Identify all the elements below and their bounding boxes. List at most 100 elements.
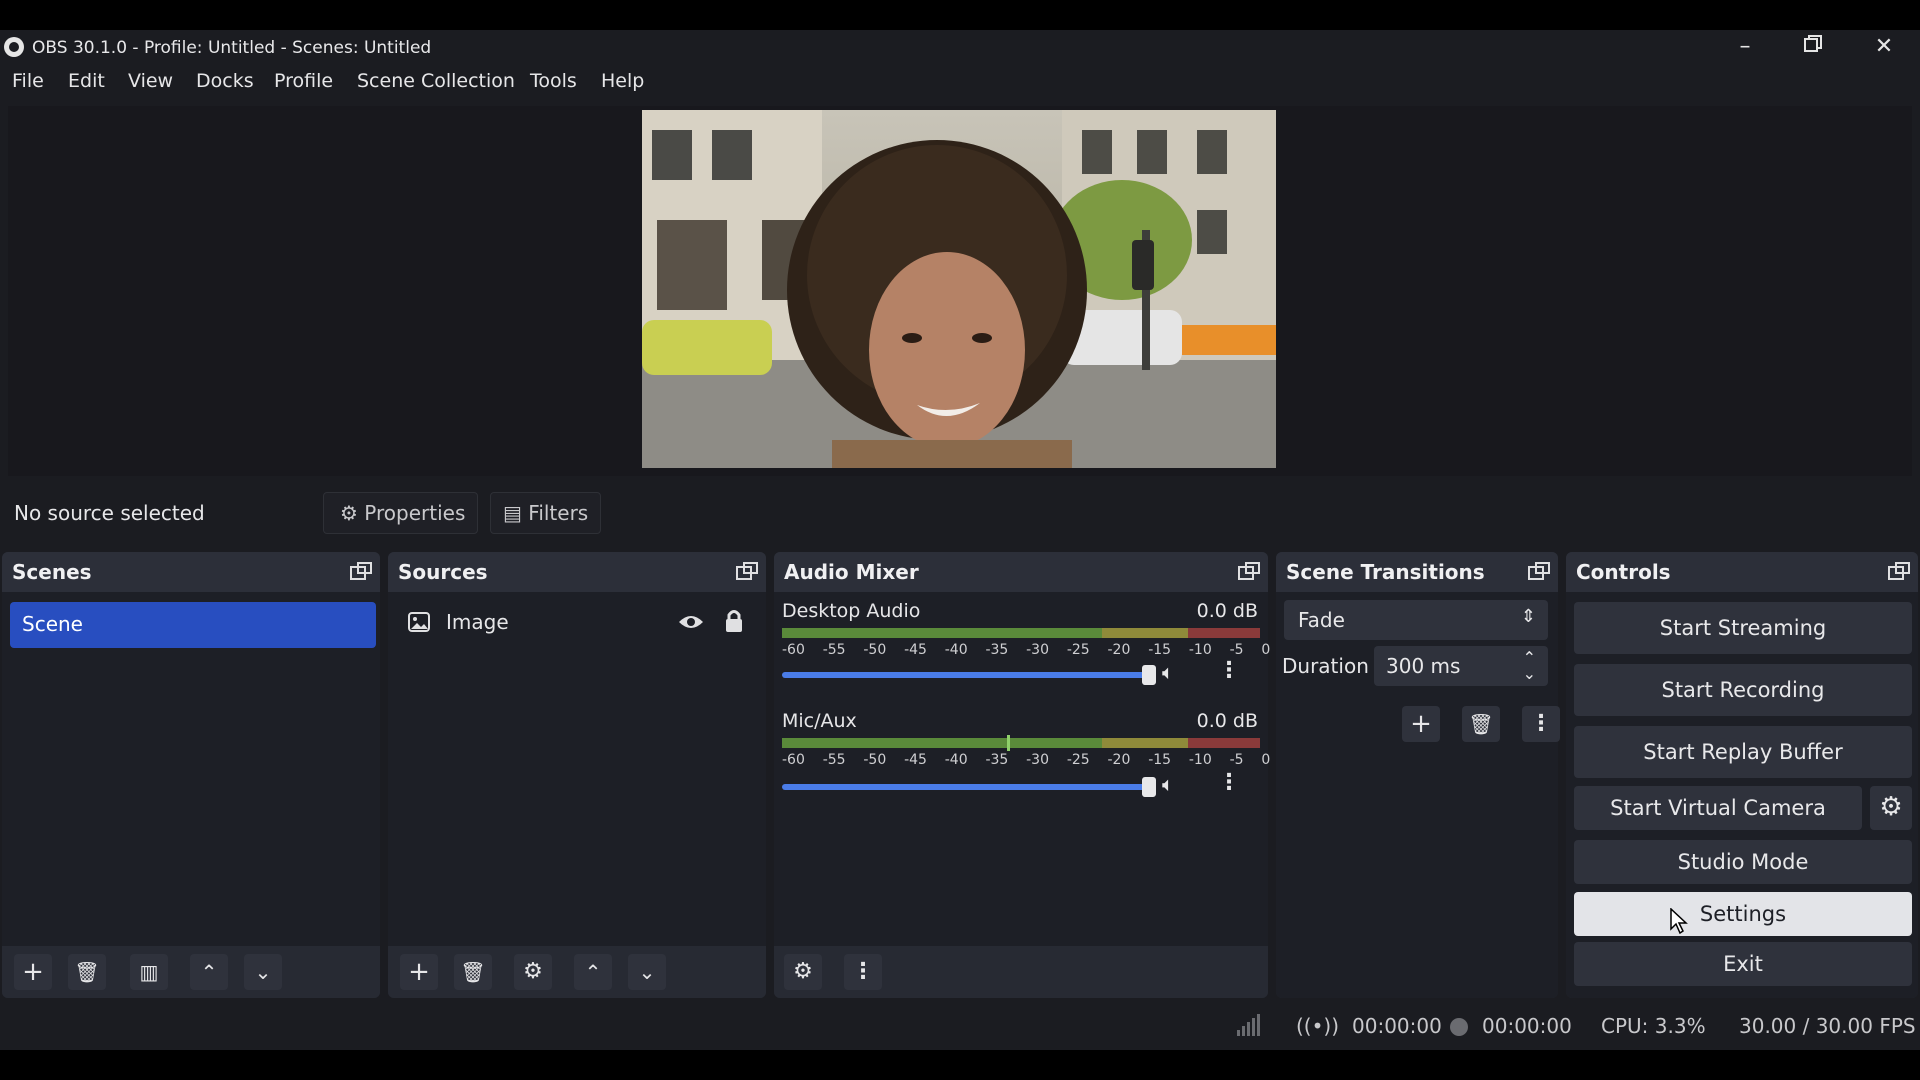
remove-transition-button[interactable]: 🗑 [1462,706,1500,742]
filters-button[interactable]: ▤ Filters [490,492,602,534]
controls-header: Controls [1566,552,1918,592]
scene-filters-button[interactable]: ▥ [130,954,168,990]
exit-label: Exit [1723,952,1763,976]
start-streaming-label: Start Streaming [1659,616,1827,640]
record-indicator-icon [1450,1018,1468,1036]
updown-icon: ⇕ [1520,606,1536,627]
gear-icon: ⚙ [340,501,358,525]
menu-profile[interactable]: Profile [274,70,333,92]
menu-bar: File Edit View Docks Profile Scene Colle… [0,64,1920,100]
sources-list: Image [388,592,766,946]
eye-icon[interactable] [678,612,704,632]
desktop-audio-volume-knob[interactable] [1142,665,1156,685]
remove-source-button[interactable]: 🗑 [454,954,492,990]
menu-help[interactable]: Help [601,70,644,92]
sources-header: Sources [388,552,766,592]
source-item-label: Image [446,610,509,634]
desktop-audio-volume-slider[interactable] [782,672,1156,678]
menu-scene-collection[interactable]: Scene Collection [357,70,515,92]
no-source-label: No source selected [14,501,205,525]
audio-mixer-dock: Audio Mixer Desktop Audio 0.0 dB -60 -55… [774,552,1270,998]
start-streaming-button[interactable]: Start Streaming [1574,602,1912,654]
window-title: OBS 30.1.0 - Profile: Untitled - Scenes:… [32,38,432,58]
settings-label: Settings [1699,902,1787,926]
scene-item[interactable]: Scene [10,602,376,648]
mic-aux-meter [782,735,1260,751]
controls-title: Controls [1576,560,1671,584]
minimize-button[interactable]: – [1727,34,1763,60]
menu-view[interactable]: View [128,70,173,92]
spin-arrows-icon[interactable]: ⌃ ⌄ [1523,650,1536,682]
scene-transitions-dock: Scene Transitions Fade ⇕ Duration 300 ms… [1276,552,1560,998]
mic-aux-volume-slider[interactable] [782,784,1156,790]
undock-icon[interactable] [1238,562,1260,580]
source-properties-button[interactable]: ⚙ [514,954,552,990]
menu-edit[interactable]: Edit [68,70,105,92]
mic-aux-volume-knob[interactable] [1142,777,1156,797]
desktop-audio-label: Desktop Audio [782,600,921,622]
preview-image[interactable] [642,110,1276,468]
remove-scene-button[interactable]: 🗑 [68,954,106,990]
filters-label: Filters [528,501,589,525]
status-bar: ((•)) 00:00:00 00:00:00 CPU: 3.3% 30.00 … [0,1000,1920,1050]
add-transition-button[interactable]: + [1402,706,1440,742]
menu-docks[interactable]: Docks [196,70,254,92]
scenes-header: Scenes [2,552,380,592]
move-scene-up-button[interactable]: ⌃ [190,954,228,990]
properties-button[interactable]: ⚙ Properties [323,492,479,534]
studio-mode-button[interactable]: Studio Mode [1574,840,1912,884]
add-source-button[interactable]: + [400,954,438,990]
undock-icon[interactable] [1888,562,1910,580]
properties-label: Properties [364,501,466,525]
controls-dock: Controls Start Streaming Start Recording… [1566,552,1918,998]
filter-icon: ▤ [503,501,522,525]
duration-value: 300 ms [1386,654,1461,678]
mic-aux-label: Mic/Aux [782,710,857,732]
transition-select-value: Fade [1298,608,1345,632]
mouse-cursor-icon [1670,908,1688,934]
studio-mode-label: Studio Mode [1677,850,1809,874]
desktop-audio-meter [782,628,1260,638]
advanced-audio-properties-button[interactable]: ⚙ [784,954,822,990]
menu-tools[interactable]: Tools [530,70,577,92]
cpu-usage: CPU: 3.3% [1601,1014,1706,1038]
mic-aux-menu-button[interactable]: ⋮ [1218,770,1240,795]
move-source-down-button[interactable]: ⌄ [628,954,666,990]
start-virtual-camera-button[interactable]: Start Virtual Camera [1574,786,1862,830]
lock-icon[interactable] [724,609,744,633]
scene-transitions-header: Scene Transitions [1276,552,1558,592]
audio-mixer-menu-button[interactable]: ⋮ [844,954,882,990]
add-scene-button[interactable]: + [14,954,52,990]
sources-toolbar: + 🗑 ⚙ ⌃ ⌄ [388,946,766,998]
transition-select[interactable]: Fade ⇕ [1284,600,1548,640]
undock-icon[interactable] [350,562,372,580]
undock-icon[interactable] [736,562,758,580]
desktop-audio-mute-icon[interactable]: 🔈︎ [1162,660,1174,684]
duration-spinbox[interactable]: 300 ms ⌃ ⌄ [1374,646,1548,686]
gear-icon: ⚙ [1879,792,1903,822]
scene-item-label: Scene [22,612,83,636]
controls-body: Start Streaming Start Recording Start Re… [1566,592,1918,998]
desktop-audio-menu-button[interactable]: ⋮ [1218,658,1240,683]
start-replay-buffer-button[interactable]: Start Replay Buffer [1574,726,1912,778]
menu-file[interactable]: File [12,70,44,92]
exit-button[interactable]: Exit [1574,942,1912,986]
undock-icon[interactable] [1528,562,1550,580]
mic-aux-mute-icon[interactable]: 🔈︎ [1162,772,1174,796]
source-item[interactable]: Image [394,602,760,642]
mic-aux-db: 0.0 dB [1196,710,1258,732]
restore-button[interactable] [1795,34,1831,60]
duration-label: Duration [1282,654,1369,678]
move-scene-down-button[interactable]: ⌄ [244,954,282,990]
settings-button[interactable]: Settings [1574,892,1912,936]
move-source-up-button[interactable]: ⌃ [574,954,612,990]
transition-properties-button[interactable]: ⋮ [1522,706,1560,742]
network-bars-icon [1237,1014,1260,1036]
scenes-title: Scenes [12,560,92,584]
start-virtual-camera-label: Start Virtual Camera [1610,796,1826,820]
scenes-toolbar: + 🗑 ▥ ⌃ ⌄ [2,946,380,998]
start-recording-button[interactable]: Start Recording [1574,664,1912,716]
virtual-camera-settings-button[interactable]: ⚙ [1870,786,1912,830]
audio-mixer-header: Audio Mixer [774,552,1268,592]
close-button[interactable]: ✕ [1866,34,1902,60]
